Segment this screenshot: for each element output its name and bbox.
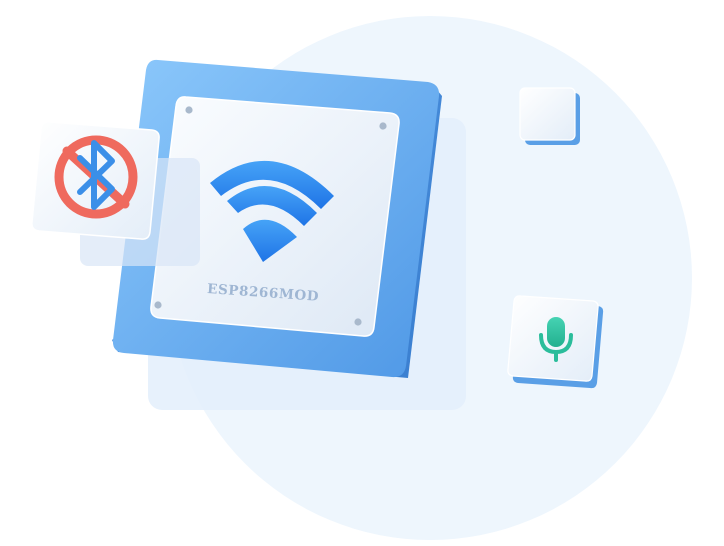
bluetooth-disabled-card <box>31 121 160 240</box>
screw-bottom-left <box>154 301 162 309</box>
screw-bottom-right <box>354 318 362 326</box>
screw-top-left <box>185 106 193 114</box>
blank-tile <box>519 87 580 145</box>
illustration-scene: ESP8266MOD <box>31 16 692 540</box>
screw-top-right <box>379 122 387 130</box>
microphone-card <box>507 295 604 389</box>
